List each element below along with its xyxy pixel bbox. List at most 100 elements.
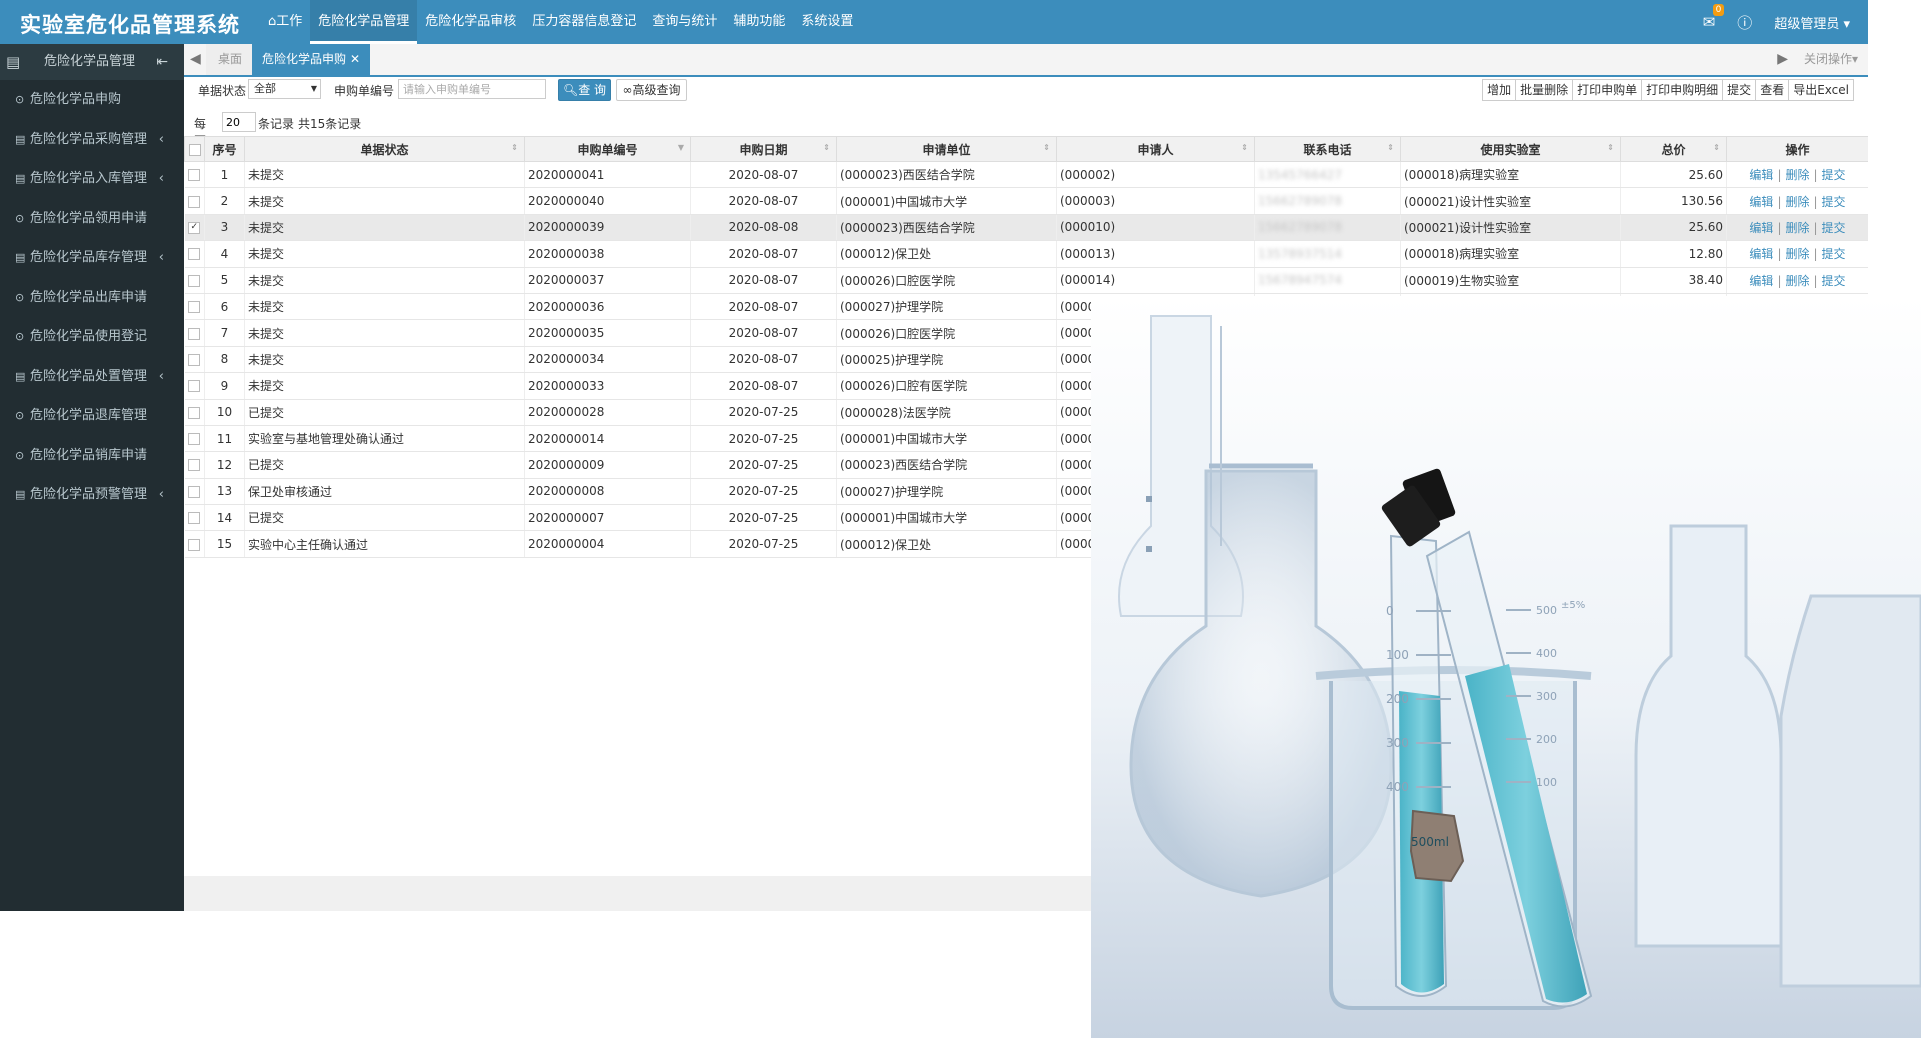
- sort-icon[interactable]: ⇕: [1607, 143, 1614, 152]
- submit-link[interactable]: 提交: [1822, 247, 1846, 261]
- sidebar-item-4[interactable]: ▤ 危险化学品库存管理 ‹: [0, 238, 184, 278]
- sidebar-item-label: 危险化学品库存管理: [30, 250, 148, 265]
- edit-link[interactable]: 编辑: [1749, 221, 1773, 235]
- sort-icon[interactable]: ⇕: [1043, 143, 1050, 152]
- column-header-10[interactable]: 操作: [1726, 136, 1868, 162]
- submit-link[interactable]: 提交: [1822, 195, 1846, 209]
- action-button-4[interactable]: 提交: [1722, 79, 1757, 101]
- top-nav-item-2[interactable]: 危险化学品审核: [417, 0, 524, 44]
- select-all-checkbox[interactable]: [188, 143, 201, 156]
- action-button-6[interactable]: 导出Excel: [1788, 79, 1854, 101]
- user-name: 超级管理员: [1774, 16, 1840, 32]
- table-row[interactable]: 5 未提交 2020000037 2020-08-07 (000026)口腔医学院 (00…: [184, 267, 1868, 294]
- column-header-8[interactable]: 使用实验室 ⇕: [1400, 136, 1621, 162]
- row-checkbox[interactable]: [188, 327, 201, 340]
- row-checkbox[interactable]: [188, 406, 201, 419]
- edit-link[interactable]: 编辑: [1749, 195, 1773, 209]
- column-header-2[interactable]: 单据状态 ⇕: [244, 136, 525, 162]
- close-ops-menu[interactable]: 关闭操作▾: [1804, 44, 1858, 75]
- table-row[interactable]: ✓ 3 未提交 2020000039 2020-08-08 (0000023)西医结合学院…: [184, 214, 1868, 242]
- top-nav-item-4[interactable]: 查询与统计: [644, 0, 725, 44]
- column-header-4[interactable]: 申购日期 ⇕: [690, 136, 837, 162]
- collapse-menu-icon[interactable]: ⇤: [156, 44, 168, 80]
- table-row[interactable]: 4 未提交 2020000038 2020-08-07 (000012)保卫处 (0000…: [184, 240, 1868, 268]
- action-button-0[interactable]: 增加: [1482, 79, 1517, 101]
- row-checkbox[interactable]: [188, 538, 201, 551]
- column-header-7[interactable]: 联系电话 ⇕: [1254, 136, 1401, 162]
- row-checkbox[interactable]: [188, 301, 201, 314]
- table-header-row: 序号 单据状态 ⇕ 申购单编号 ▼ 申购日期 ⇕ 申请单位 ⇕ 申请人 ⇕ 联系电话 ⇕ 使用实验室 ⇕ 总价…: [184, 136, 1868, 162]
- column-header-0[interactable]: [184, 136, 205, 162]
- sort-icon[interactable]: ⇕: [1387, 143, 1394, 152]
- table-row[interactable]: 1 未提交 2020000041 2020-08-07 (0000023)西医结合学院 (…: [184, 161, 1868, 189]
- action-button-1[interactable]: 批量删除: [1515, 79, 1574, 101]
- submit-link[interactable]: 提交: [1822, 168, 1846, 182]
- top-nav-item-0[interactable]: ⌂工作: [260, 0, 310, 44]
- sort-desc-icon[interactable]: ▼: [678, 143, 684, 152]
- submit-link[interactable]: 提交: [1822, 274, 1846, 288]
- help-icon[interactable]: ⓘ: [1737, 12, 1752, 33]
- top-nav-item-6[interactable]: 系统设置: [793, 0, 861, 44]
- delete-link[interactable]: 删除: [1785, 168, 1809, 182]
- sidebar-item-2[interactable]: ▤ 危险化学品入库管理 ‹: [0, 159, 184, 199]
- column-header-5[interactable]: 申请单位 ⇕: [836, 136, 1057, 162]
- sidebar-item-7[interactable]: ▤ 危险化学品处置管理 ‹: [0, 357, 184, 397]
- row-checkbox[interactable]: [188, 433, 201, 446]
- sort-icon[interactable]: ⇕: [1241, 143, 1248, 152]
- edit-link[interactable]: 编辑: [1749, 247, 1773, 261]
- row-checkbox[interactable]: [188, 248, 201, 261]
- column-header-9[interactable]: 总价 ⇕: [1620, 136, 1727, 162]
- row-checkbox[interactable]: [188, 274, 201, 287]
- row-no-value: 6: [220, 299, 229, 314]
- advanced-query-button[interactable]: ∞高级查询: [616, 79, 687, 101]
- sidebar-item-5[interactable]: ⊙ 危险化学品出库申请: [0, 278, 184, 318]
- delete-link[interactable]: 删除: [1785, 221, 1809, 235]
- delete-link[interactable]: 删除: [1785, 195, 1809, 209]
- row-checkbox[interactable]: [188, 353, 201, 366]
- sidebar-item-10[interactable]: ▤ 危险化学品预警管理 ‹: [0, 475, 184, 515]
- user-menu[interactable]: 超级管理员 ▾: [1774, 13, 1850, 32]
- row-checkbox[interactable]: [188, 380, 201, 393]
- sidebar-item-1[interactable]: ▤ 危险化学品采购管理 ‹: [0, 120, 184, 160]
- edit-link[interactable]: 编辑: [1749, 168, 1773, 182]
- top-nav-item-1[interactable]: 危险化学品管理: [310, 0, 418, 44]
- sort-icon[interactable]: ⇕: [1713, 143, 1720, 152]
- status-select[interactable]: 全部 ▼: [248, 79, 321, 99]
- submit-link[interactable]: 提交: [1822, 221, 1846, 235]
- row-checkbox[interactable]: [188, 195, 201, 208]
- sidebar-item-0[interactable]: ⊙ 危险化学品申购: [0, 80, 184, 120]
- order-code-cell: 2020000028: [524, 399, 691, 426]
- tab-close-icon[interactable]: ✕: [350, 52, 360, 66]
- sidebar-item-3[interactable]: ⊙ 危险化学品领用申请: [0, 199, 184, 239]
- row-checkbox[interactable]: [188, 459, 201, 472]
- page-size-input[interactable]: [222, 112, 256, 132]
- sidebar-item-9[interactable]: ⊙ 危险化学品销库申请: [0, 436, 184, 476]
- order-no-input[interactable]: [398, 79, 546, 99]
- tab-current[interactable]: 危险化学品申购 ✕: [252, 44, 371, 75]
- action-button-5[interactable]: 查看: [1755, 79, 1790, 101]
- delete-link[interactable]: 删除: [1785, 274, 1809, 288]
- action-button-3[interactable]: 打印申购明细: [1641, 79, 1724, 101]
- table-row[interactable]: 2 未提交 2020000040 2020-08-07 (000001)中国城市大学 (0…: [184, 187, 1868, 215]
- sidebar-item-8[interactable]: ⊙ 危险化学品退库管理: [0, 396, 184, 436]
- row-checkbox[interactable]: [188, 169, 201, 182]
- tab-next-icon[interactable]: ▶: [1777, 44, 1788, 75]
- sort-icon[interactable]: ⇕: [823, 143, 830, 152]
- column-header-6[interactable]: 申请人 ⇕: [1056, 136, 1255, 162]
- column-header-3[interactable]: 申购单编号 ▼: [524, 136, 691, 162]
- tab-home[interactable]: 桌面: [206, 44, 256, 75]
- mail-icon[interactable]: ✉ 0: [1703, 4, 1725, 31]
- edit-link[interactable]: 编辑: [1749, 274, 1773, 288]
- sidebar-item-6[interactable]: ⊙ 危险化学品使用登记: [0, 317, 184, 357]
- top-nav-item-3[interactable]: 压力容器信息登记: [524, 0, 644, 44]
- column-header-1[interactable]: 序号: [204, 136, 245, 162]
- query-button[interactable]: 🔍︎查 询: [558, 79, 611, 101]
- delete-link[interactable]: 删除: [1785, 247, 1809, 261]
- tab-prev-icon[interactable]: ◀: [190, 44, 201, 75]
- top-nav-item-5[interactable]: 辅助功能: [725, 0, 793, 44]
- action-button-2[interactable]: 打印申购单: [1572, 79, 1643, 101]
- row-checkbox[interactable]: ✓: [188, 221, 201, 234]
- row-checkbox[interactable]: [188, 485, 201, 498]
- sort-icon[interactable]: ⇕: [511, 143, 518, 152]
- row-checkbox[interactable]: [188, 512, 201, 525]
